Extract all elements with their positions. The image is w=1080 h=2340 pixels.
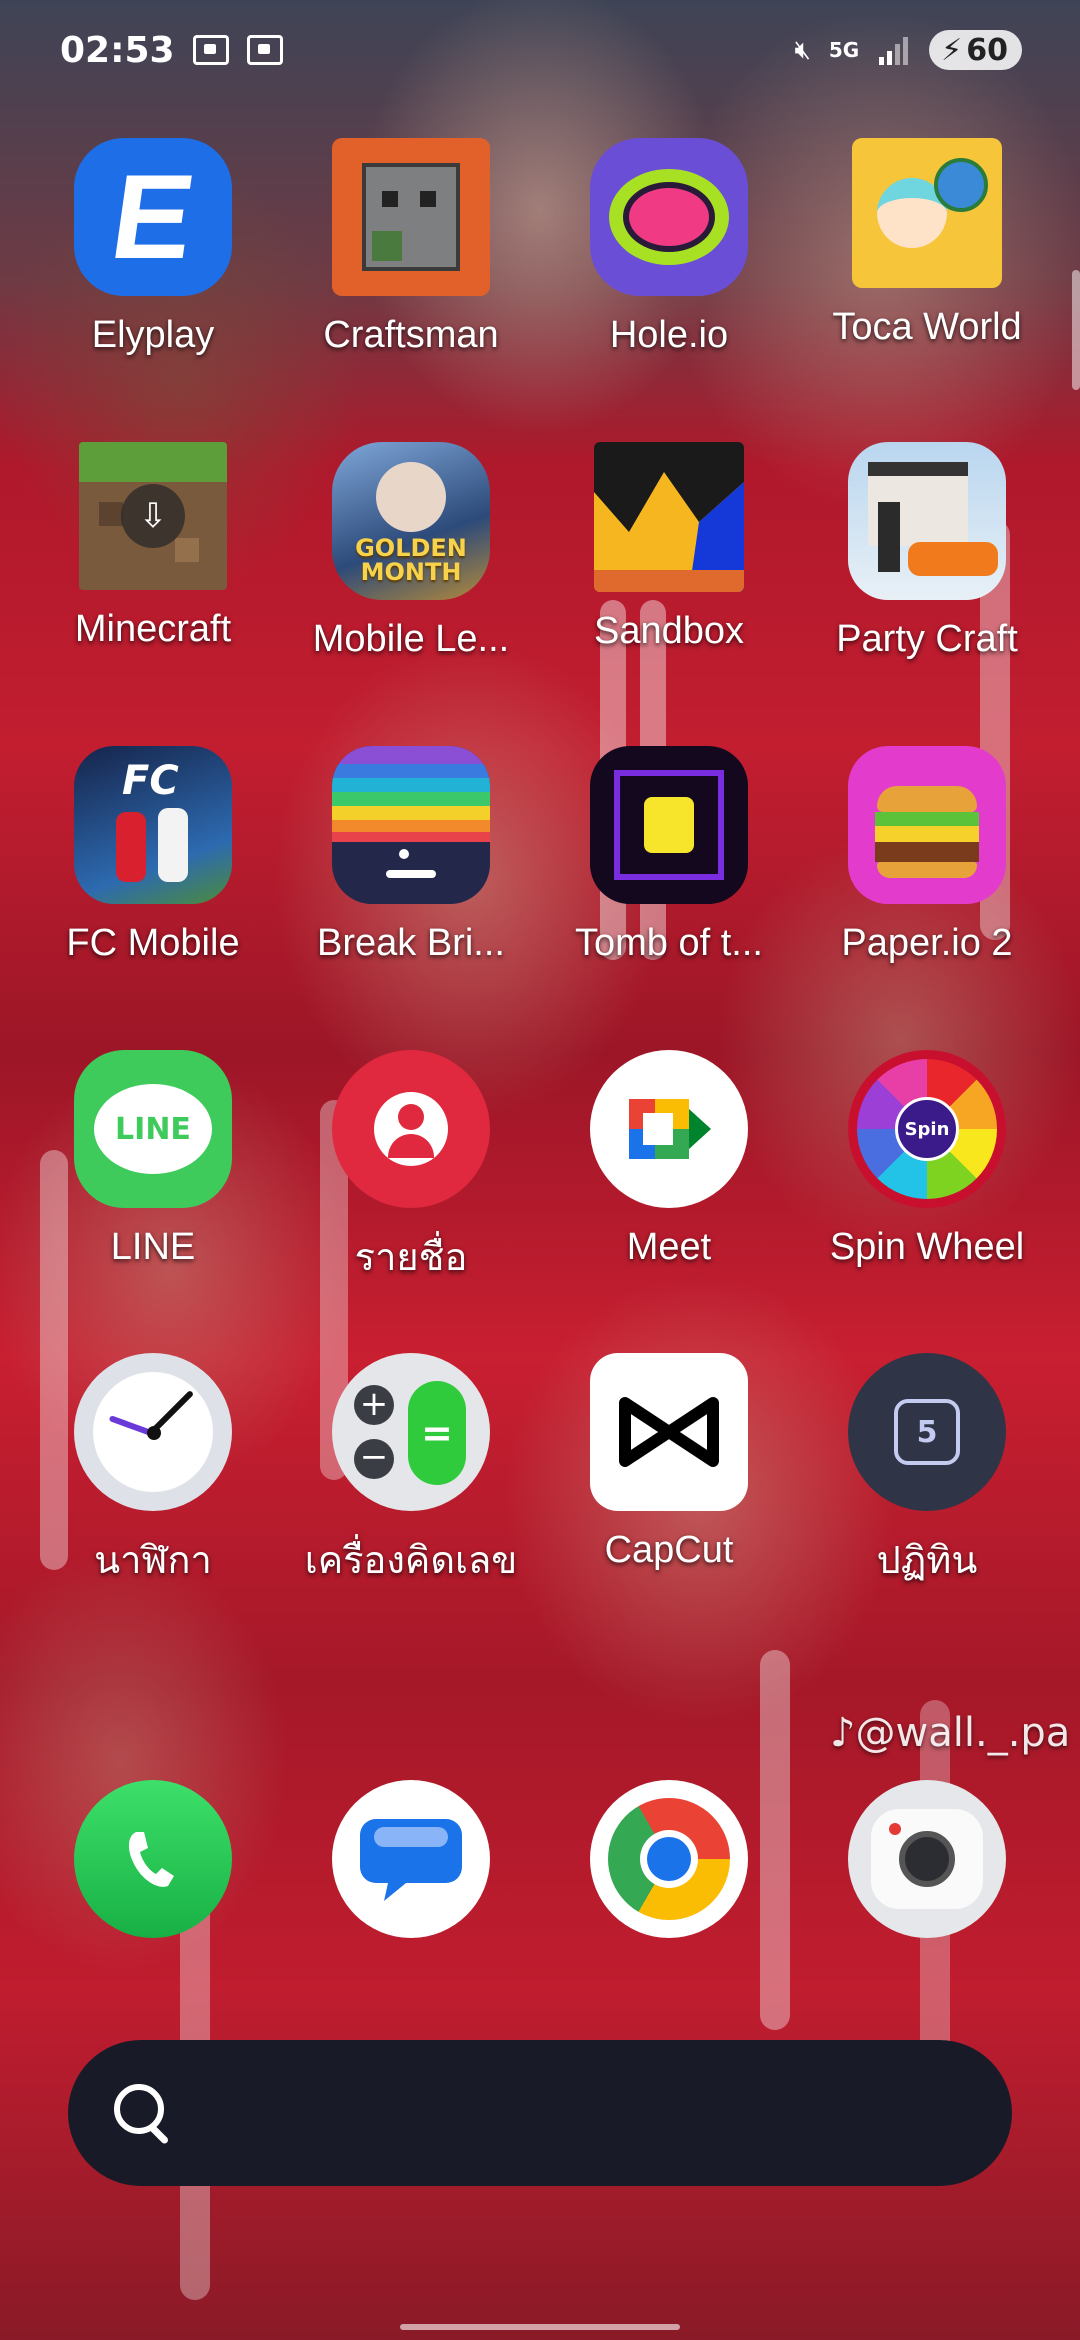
hole-io-icon	[590, 138, 748, 296]
app-fc-mobile[interactable]: FC FC Mobile	[24, 746, 282, 965]
search-icon	[108, 2078, 178, 2148]
signal-icon	[879, 37, 909, 65]
app-label: นาฬิกา	[94, 1540, 212, 1582]
phone-icon	[74, 1780, 232, 1938]
app-clock[interactable]: นาฬิกา	[24, 1353, 282, 1590]
app-label: Meet	[626, 1226, 712, 1268]
app-label: FC Mobile	[66, 922, 240, 964]
line-icon: LINE	[74, 1050, 232, 1208]
app-label: Elyplay	[91, 314, 215, 356]
app-elyplay[interactable]: E Elyplay	[24, 138, 282, 357]
app-mobile-legends[interactable]: GOLDEN MONTH Mobile Le...	[282, 442, 540, 661]
chrome-icon	[590, 1780, 748, 1938]
app-label: Tomb of t...	[575, 922, 763, 964]
app-break-bricks[interactable]: Break Bri...	[282, 746, 540, 965]
line-logo-text: LINE	[115, 1111, 191, 1147]
app-label: เครื่องคิดเลข	[304, 1540, 518, 1582]
battery-level: 60	[966, 32, 1008, 68]
dock-chrome[interactable]	[540, 1780, 798, 1938]
mute-icon: 🔇︎	[794, 34, 811, 65]
fc-mobile-logo-text: FC	[122, 758, 179, 804]
app-paper-io-2[interactable]: Paper.io 2	[798, 746, 1056, 965]
app-calendar[interactable]: 5 ปฏิทิน	[798, 1353, 1056, 1590]
status-bar: 02:53 🔇︎ 5G ⚡ 60	[0, 0, 1080, 100]
app-contacts[interactable]: รายชื่อ	[282, 1050, 540, 1287]
network-type: 5G	[828, 38, 860, 62]
app-label: Hole.io	[609, 314, 729, 356]
sandbox-icon	[594, 442, 744, 592]
app-line[interactable]: LINE LINE	[24, 1050, 282, 1269]
clock-icon	[74, 1353, 232, 1511]
dock-phone[interactable]	[24, 1780, 282, 1938]
spin-wheel-icon: Spin	[848, 1050, 1006, 1208]
app-minecraft[interactable]: ⇩ Minecraft	[24, 442, 282, 651]
app-craftsman[interactable]: Craftsman	[282, 138, 540, 357]
elyplay-letter: E	[103, 150, 203, 284]
calculator-icon: + − =	[332, 1353, 490, 1511]
break-bricks-icon	[332, 746, 490, 904]
app-hole-io[interactable]: Hole.io	[540, 138, 798, 357]
spin-label: Spin	[904, 1118, 950, 1140]
screen-record-icon	[246, 35, 283, 65]
mobile-legends-icon: GOLDEN MONTH	[332, 442, 490, 600]
app-label: รายชื่อ	[354, 1237, 468, 1279]
app-meet[interactable]: Meet	[540, 1050, 798, 1269]
wallpaper-watermark: ♪@wall._.pa	[830, 1710, 1071, 1756]
golden-month-text: GOLDEN MONTH	[355, 534, 467, 586]
app-calculator[interactable]: + − = เครื่องคิดเลข	[282, 1353, 540, 1590]
home-indicator[interactable]	[400, 2324, 680, 2330]
app-label: Sandbox	[593, 610, 744, 652]
app-label: Mobile Le...	[312, 618, 510, 660]
app-party-craft[interactable]: Party Craft	[798, 442, 1056, 661]
party-craft-icon	[848, 442, 1006, 600]
charging-icon: ⚡	[941, 32, 963, 68]
status-time: 02:53	[60, 29, 175, 71]
camera-icon	[848, 1780, 1006, 1938]
battery-indicator: ⚡ 60	[929, 30, 1022, 70]
paper-io-icon	[848, 746, 1006, 904]
craftsman-icon	[332, 138, 490, 296]
search-bar[interactable]	[68, 2040, 1012, 2186]
messages-icon	[332, 1780, 490, 1938]
minecraft-icon: ⇩	[79, 442, 227, 590]
app-label: Paper.io 2	[841, 922, 1013, 964]
app-spin-wheel[interactable]: Spin Spin Wheel	[798, 1050, 1056, 1269]
meet-icon	[590, 1050, 748, 1208]
app-sandbox[interactable]: Sandbox	[540, 442, 798, 653]
dock-messages[interactable]	[282, 1780, 540, 1938]
calendar-day: 5	[916, 1414, 938, 1450]
app-label: LINE	[110, 1226, 196, 1268]
dock-camera[interactable]	[798, 1780, 1056, 1938]
app-label: CapCut	[604, 1529, 734, 1571]
app-label: ปฏิทิน	[876, 1540, 978, 1582]
app-label: Toca World	[832, 306, 1022, 348]
app-tomb-of-the-mask[interactable]: Tomb of t...	[540, 746, 798, 965]
capcut-icon	[590, 1353, 748, 1511]
edge-panel-handle[interactable]	[1072, 270, 1080, 390]
elyplay-icon: E	[74, 138, 232, 296]
cloud-download-icon: ⇩	[121, 484, 185, 548]
calendar-icon: 5	[848, 1353, 1006, 1511]
app-label: Minecraft	[74, 608, 232, 650]
tomb-of-the-mask-icon	[590, 746, 748, 904]
app-label: Craftsman	[323, 314, 499, 356]
toca-world-icon	[852, 138, 1002, 288]
app-label: Spin Wheel	[829, 1226, 1025, 1268]
screenshot-icon	[192, 35, 229, 65]
fc-mobile-icon: FC	[74, 746, 232, 904]
app-capcut[interactable]: CapCut	[540, 1353, 798, 1572]
app-toca-world[interactable]: Toca World	[798, 138, 1056, 349]
app-label: Party Craft	[836, 618, 1018, 660]
app-label: Break Bri...	[317, 922, 505, 964]
contacts-icon	[332, 1050, 490, 1208]
